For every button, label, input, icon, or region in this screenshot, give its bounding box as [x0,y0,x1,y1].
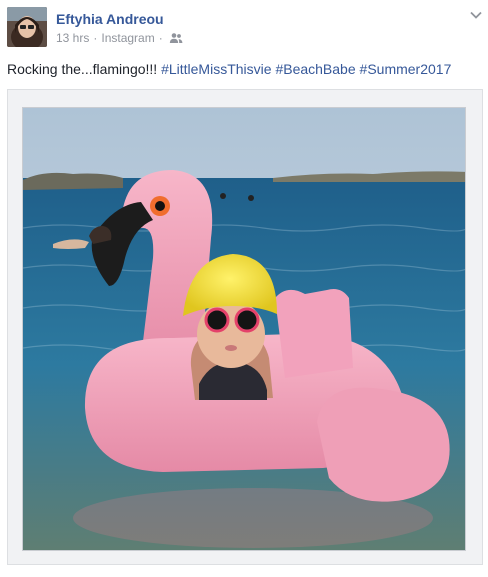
post-caption: Rocking the...flamingo!!! #LittleMissThi… [7,61,451,77]
author-name[interactable]: Eftyhia Andreou [56,11,164,27]
friends-icon[interactable] [169,32,183,44]
author-avatar[interactable] [7,7,47,47]
post-photo[interactable] [22,107,466,551]
hashtag-link[interactable]: #BeachBabe [275,61,355,77]
hashtag-link[interactable]: #LittleMissThisvie [161,61,271,77]
post-meta: 13 hrs · Instagram · [56,31,183,45]
caption-text: Rocking the...flamingo!!! [7,61,162,77]
meta-separator: · [93,31,98,45]
post-card: Eftyhia Andreou 13 hrs · Instagram · Roc… [0,0,488,577]
post-source[interactable]: Instagram [101,31,154,45]
meta-separator-2: · [158,31,163,45]
post-timestamp[interactable]: 13 hrs [56,31,89,45]
chevron-down-icon[interactable] [469,8,483,20]
hashtag-link[interactable]: #Summer2017 [360,61,452,77]
